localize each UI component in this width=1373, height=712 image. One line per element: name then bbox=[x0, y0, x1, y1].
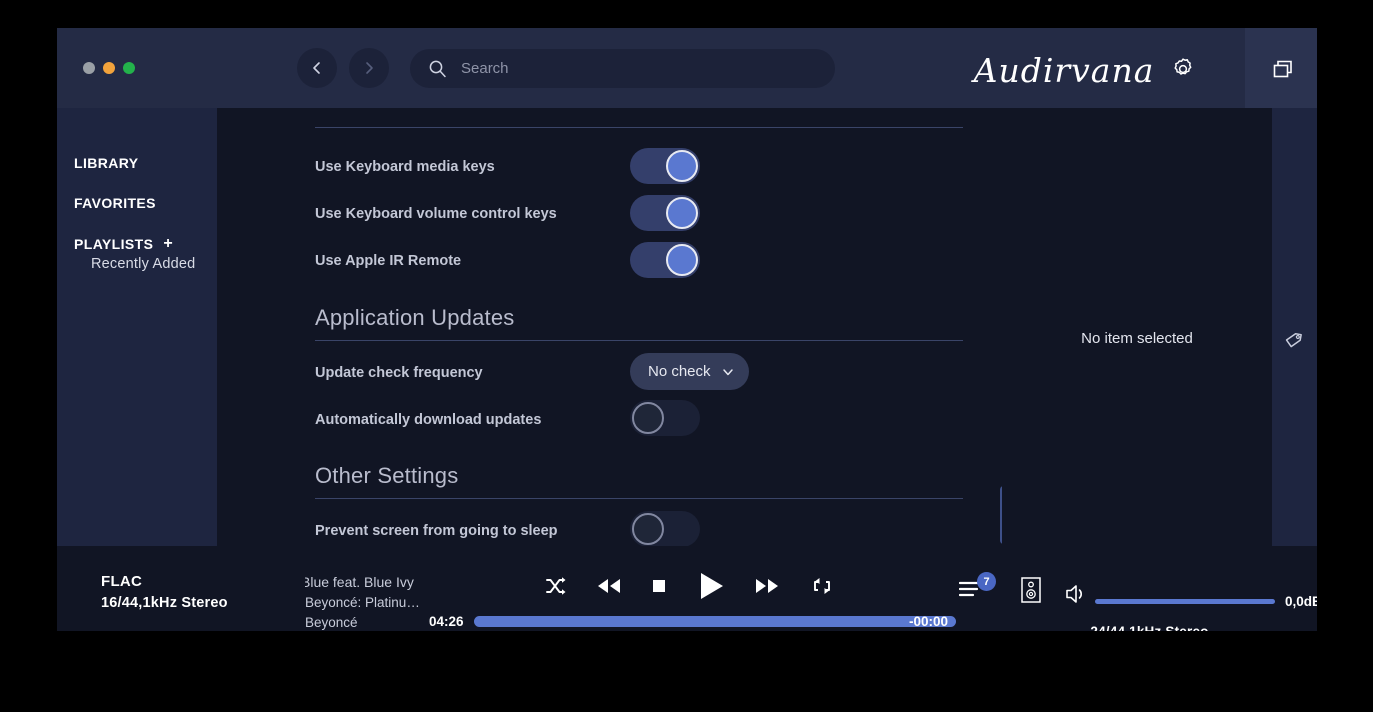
sidebar-item-favorites[interactable]: FAVORITES bbox=[57, 195, 156, 211]
seek-fill bbox=[474, 616, 956, 627]
queue-count-badge: 7 bbox=[977, 572, 996, 591]
shuffle-button[interactable] bbox=[544, 575, 566, 597]
track-title: Blue feat. Blue Ivy bbox=[305, 574, 414, 590]
toggle-knob bbox=[632, 402, 664, 434]
source-codec: FLAC bbox=[101, 573, 143, 590]
sidebar-item-label: PLAYLISTS bbox=[74, 236, 154, 252]
empty-state-message: No item selected bbox=[1081, 330, 1193, 347]
time-remaining: -00:00 bbox=[909, 614, 949, 629]
sidebar-item-label: LIBRARY bbox=[74, 155, 139, 171]
tag-icon bbox=[1285, 332, 1302, 348]
track-artist: Beyoncé bbox=[305, 615, 358, 630]
toggle-prevent-sleep[interactable] bbox=[630, 511, 700, 546]
audirvana-window: Search Audirvana LIBRARY FAVORITES PLAYL… bbox=[57, 28, 1317, 631]
chevron-right-icon bbox=[366, 62, 373, 74]
toggle-knob bbox=[632, 513, 664, 545]
toggle-keyboard-volume-keys[interactable] bbox=[630, 195, 700, 231]
forward-button[interactable] bbox=[349, 48, 389, 88]
add-playlist-button[interactable]: + bbox=[163, 235, 173, 253]
volume-fill bbox=[1095, 599, 1275, 604]
volume-button[interactable] bbox=[1065, 583, 1091, 605]
navigation-buttons bbox=[297, 48, 389, 88]
chevron-down-icon bbox=[722, 368, 733, 375]
output-format: 24/44,1kHz Stereo bbox=[1057, 624, 1242, 631]
speaker-icon bbox=[1021, 577, 1041, 603]
settings-panel: Use Keyboard media keys Use Keyboard vol… bbox=[217, 108, 1002, 546]
setting-label-keyboard-media-keys: Use Keyboard media keys bbox=[315, 159, 495, 175]
source-format-block: FLAC 16/44,1kHz Stereo bbox=[101, 573, 228, 611]
play-button[interactable] bbox=[697, 571, 725, 601]
source-sample-rate: 16/44,1kHz Stereo bbox=[101, 595, 228, 611]
queue-button[interactable]: 7 bbox=[958, 572, 996, 608]
search-icon bbox=[429, 60, 446, 78]
setting-label-keyboard-volume-keys: Use Keyboard volume control keys bbox=[315, 206, 557, 222]
windows-panel-icon bbox=[1273, 60, 1292, 78]
time-elapsed: 04:26 bbox=[429, 614, 464, 629]
toggle-knob bbox=[666, 244, 698, 276]
player-transport-bar: FLAC 16/44,1kHz Stereo Blue feat. Blue I… bbox=[57, 546, 1317, 631]
seek-slider[interactable] bbox=[474, 616, 956, 627]
audio-device-button[interactable] bbox=[1019, 576, 1043, 606]
update-frequency-value: No check bbox=[648, 363, 711, 380]
sidebar: LIBRARY FAVORITES PLAYLISTS + Recently A… bbox=[57, 108, 217, 546]
volume-slider[interactable] bbox=[1095, 599, 1275, 604]
next-button[interactable] bbox=[754, 577, 780, 595]
transport-controls bbox=[544, 566, 834, 606]
titlebar: Search Audirvana bbox=[57, 28, 1317, 108]
maximize-window-button[interactable] bbox=[123, 62, 135, 74]
stop-icon bbox=[653, 580, 666, 592]
detail-panel: No item selected bbox=[1002, 108, 1272, 546]
rewind-icon bbox=[597, 579, 620, 593]
section-divider bbox=[315, 127, 963, 128]
shuffle-icon bbox=[546, 577, 566, 595]
right-rail bbox=[1272, 108, 1317, 546]
repeat-button[interactable] bbox=[810, 576, 834, 596]
fast-forward-icon bbox=[756, 579, 779, 593]
section-title-application-updates: Application Updates bbox=[315, 305, 515, 330]
section-title-other-settings: Other Settings bbox=[315, 463, 459, 488]
minimize-window-button[interactable] bbox=[103, 62, 115, 74]
volume-value: 0,0dB bbox=[1285, 594, 1317, 609]
sidebar-item-label: FAVORITES bbox=[74, 195, 156, 211]
setting-label-update-frequency: Update check frequency bbox=[315, 365, 483, 381]
now-playing-info[interactable]: Blue feat. Blue Ivy Beyoncé: Platinu… Be… bbox=[305, 574, 420, 630]
previous-button[interactable] bbox=[596, 577, 622, 595]
toggle-knob bbox=[666, 197, 698, 229]
tags-button[interactable] bbox=[1284, 328, 1306, 350]
back-button[interactable] bbox=[297, 48, 337, 88]
close-window-button[interactable] bbox=[83, 62, 95, 74]
setting-label-auto-download-updates: Automatically download updates bbox=[315, 412, 542, 428]
app-logo: Audirvana bbox=[973, 50, 1155, 90]
stop-button[interactable] bbox=[651, 578, 667, 594]
track-album: Beyoncé: Platinu… bbox=[305, 595, 420, 610]
sidebar-item-playlists[interactable]: PLAYLISTS + bbox=[57, 235, 173, 253]
search-input[interactable]: Search bbox=[410, 49, 835, 88]
toggle-auto-download-updates[interactable] bbox=[630, 400, 700, 436]
update-frequency-dropdown[interactable]: No check bbox=[630, 353, 749, 390]
section-divider bbox=[315, 340, 963, 341]
setting-label-apple-ir-remote: Use Apple IR Remote bbox=[315, 253, 462, 269]
search-placeholder: Search bbox=[461, 60, 509, 77]
toggle-apple-ir-remote[interactable] bbox=[630, 242, 700, 278]
toggle-keyboard-media-keys[interactable] bbox=[630, 148, 700, 184]
gear-icon bbox=[1174, 58, 1192, 75]
sidebar-item-library[interactable]: LIBRARY bbox=[57, 155, 139, 171]
sidebar-item-recently-added[interactable]: Recently Added bbox=[91, 256, 195, 272]
traffic-lights bbox=[83, 62, 135, 74]
toggle-knob bbox=[666, 150, 698, 182]
chevron-left-icon bbox=[313, 62, 320, 74]
setting-label-prevent-sleep: Prevent screen from going to sleep bbox=[315, 523, 558, 539]
play-icon bbox=[700, 573, 723, 599]
volume-icon bbox=[1066, 585, 1082, 603]
repeat-icon bbox=[814, 578, 830, 594]
panel-toggle-button[interactable] bbox=[1245, 28, 1317, 108]
settings-button[interactable] bbox=[1170, 56, 1196, 82]
section-divider bbox=[315, 498, 963, 499]
